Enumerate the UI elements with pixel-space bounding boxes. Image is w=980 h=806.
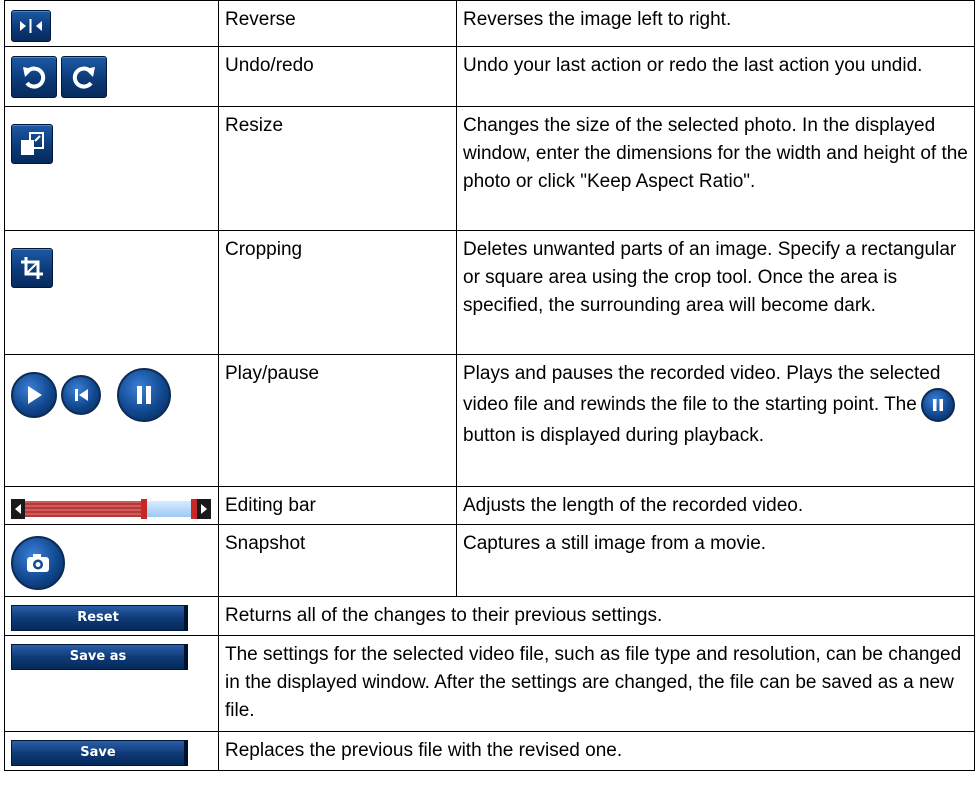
crop-icon[interactable] [11, 248, 53, 288]
rewind-icon[interactable] [61, 375, 101, 415]
table-row: Editing bar Adjusts the length of the re… [4, 486, 975, 525]
pause-icon[interactable] [117, 368, 171, 422]
table-row: Play/pause Plays and pauses the recorded… [4, 354, 975, 487]
reset-button[interactable]: Reset [11, 605, 188, 631]
feature-description: Undo your last action or redo the last a… [456, 46, 975, 107]
table-row: Cropping Deletes unwanted parts of an im… [4, 230, 975, 355]
feature-description: Captures a still image from a movie. [456, 524, 975, 597]
resize-icon[interactable] [11, 124, 53, 164]
feature-name: Reverse [218, 0, 457, 47]
feature-name: Snapshot [218, 524, 457, 597]
editing-bar-right-arrow-icon[interactable] [197, 499, 211, 519]
table-row: Reset Returns all of the changes to thei… [4, 596, 975, 636]
table-row: Resize Changes the size of the selected … [4, 106, 975, 231]
feature-name: Resize [218, 106, 457, 231]
button-description: Returns all of the changes to their prev… [218, 596, 975, 636]
button-description: The settings for the selected video file… [218, 635, 975, 732]
table-row: Save as The settings for the selected vi… [4, 635, 975, 732]
feature-name: Undo/redo [218, 46, 457, 107]
feature-name: Editing bar [218, 486, 457, 525]
feature-name: Play/pause [218, 354, 457, 487]
save-as-button[interactable]: Save as [11, 644, 188, 670]
feature-description: Deletes unwanted parts of an image. Spec… [456, 230, 975, 355]
editing-bar-left-arrow-icon[interactable] [11, 499, 25, 519]
undo-icon[interactable] [11, 56, 57, 98]
editing-bar-icon[interactable] [11, 498, 211, 520]
feature-description: Reverses the image left to right. [456, 0, 975, 47]
feature-description: Adjusts the length of the recorded video… [456, 486, 975, 525]
feature-table: Reverse Reverses the image left to right… [4, 0, 975, 771]
editing-bar-trimmed-area [25, 501, 141, 517]
reverse-icon[interactable] [11, 10, 51, 42]
table-row: Undo/redo Undo your last action or redo … [4, 46, 975, 107]
table-row: Snapshot Captures a still image from a m… [4, 524, 975, 597]
feature-description: Plays and pauses the recorded video. Pla… [456, 354, 975, 487]
camera-icon[interactable] [11, 536, 65, 590]
play-icon[interactable] [11, 372, 57, 418]
button-description: Replaces the previous file with the revi… [218, 731, 975, 771]
table-row: Reverse Reverses the image left to right… [4, 0, 975, 47]
editing-bar-selected-area [147, 501, 191, 517]
redo-icon[interactable] [61, 56, 107, 98]
save-button[interactable]: Save [11, 740, 188, 766]
feature-name: Cropping [218, 230, 457, 355]
pause-icon [920, 388, 955, 422]
feature-description: Changes the size of the selected photo. … [456, 106, 975, 231]
table-row: Save Replaces the previous file with the… [4, 731, 975, 771]
